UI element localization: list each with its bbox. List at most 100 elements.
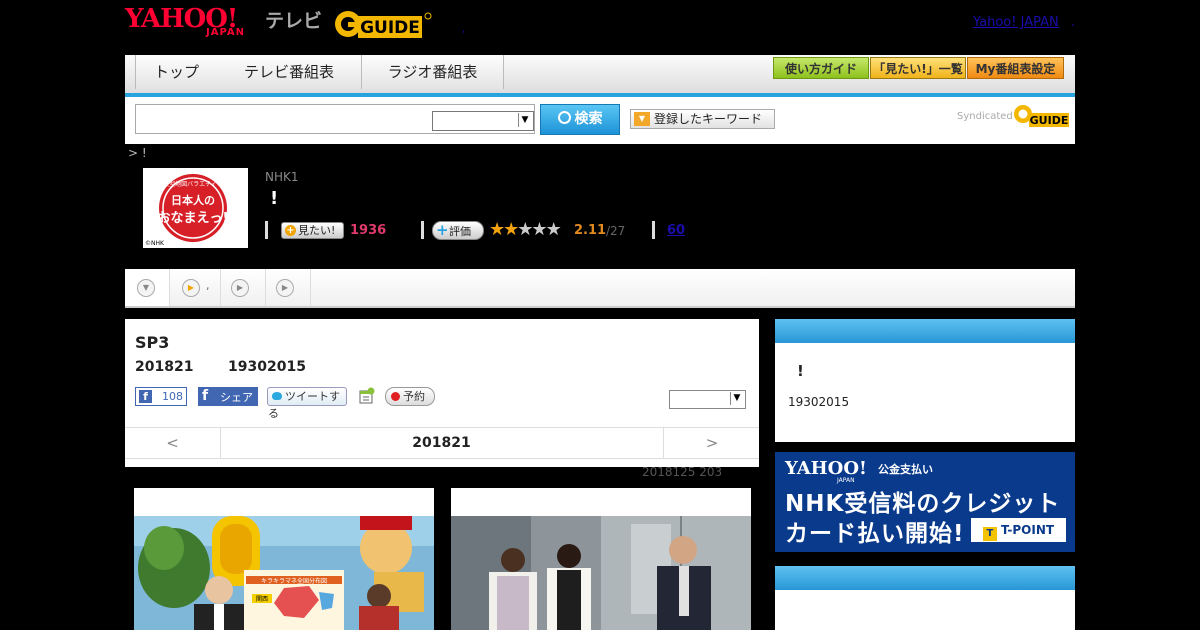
syndicated-label: Syndicated xyxy=(957,111,1013,122)
program-thumbnail[interactable]: 大型地図バラエティー 日本人の おなまえっ! ©NHK xyxy=(143,168,248,248)
mitai-button[interactable]: + 見たい! xyxy=(281,222,344,239)
right-info-box: ! 19302015 xyxy=(775,319,1075,442)
next-episode-button[interactable]: > xyxy=(663,428,760,458)
thumbnail-title-text: 日本人の xyxy=(171,193,215,207)
studio-photo-image: キラキラマネ全国分布図 関西 xyxy=(134,488,434,630)
subtab-label: , xyxy=(206,279,210,292)
yahoo-japan-link[interactable]: Yahoo! JAPAN xyxy=(973,15,1059,30)
dropdown-arrow-icon: ▼ xyxy=(634,112,650,126)
star-icon: ★ xyxy=(531,219,547,240)
right-box-2-header xyxy=(775,566,1075,590)
header-link-dot: . xyxy=(1071,15,1076,30)
facebook-icon: f xyxy=(202,388,209,404)
t-point-icon: T xyxy=(982,527,997,541)
episode-time: 19302015 xyxy=(228,359,306,375)
tab-radio-schedule[interactable]: ラジオ番組表 xyxy=(362,55,504,89)
registered-keywords-label: 登録したキーワード xyxy=(654,112,763,126)
ad-headline-2: カード払い開始! xyxy=(785,521,965,547)
reviews-link[interactable]: 60 xyxy=(667,223,685,238)
mitai-count: 1936 xyxy=(350,223,387,238)
header-dot: , xyxy=(462,24,466,35)
mitai-button-label: 見たい! xyxy=(298,224,336,237)
play-icon: ▶ xyxy=(231,279,249,297)
episode-note: 2018125 203 xyxy=(642,465,723,479)
right-box-title[interactable]: ! xyxy=(797,362,804,380)
tweet-button[interactable]: ツイートする xyxy=(267,387,347,420)
thumbnail-credit-text: ©NHK xyxy=(145,240,165,247)
program-title: ! xyxy=(270,188,279,209)
subtab-3[interactable]: ▶ xyxy=(221,269,266,306)
thumbnail-name-text: おなまえっ! xyxy=(158,211,229,226)
divider xyxy=(652,221,655,239)
current-episode-date: 201821 xyxy=(412,435,471,451)
play-icon: ▶ xyxy=(182,279,200,297)
add-calendar-icon[interactable] xyxy=(357,387,375,405)
syndicated-g-guide-logo: GUIDE xyxy=(1014,105,1069,127)
t-point-badge: T T-POINT xyxy=(971,518,1066,542)
record-reserve-button[interactable]: 予約 xyxy=(385,387,435,406)
mitai-list-button[interactable]: 「見たい!」一覧 xyxy=(870,57,966,79)
search-category-select[interactable]: ▼ xyxy=(432,111,534,131)
facebook-share-button[interactable]: f シェア xyxy=(198,387,258,406)
main-nav: トップ テレビ番組表 ラジオ番組表 使い方ガイド 「見たい!」一覧 My番組表設… xyxy=(125,55,1075,97)
ad-headline-1: NHK受信料のクレジット xyxy=(785,491,1061,517)
breadcrumb[interactable]: > ! xyxy=(128,146,147,160)
ad-japan-text: JAPAN xyxy=(837,477,855,484)
rating-stars: ★★★★★ xyxy=(489,219,562,240)
thumbnail-top-text: 大型地図バラエティー xyxy=(163,180,223,188)
photo1-map-city: 関西 xyxy=(256,596,268,603)
ad-yahoo-logo: YAHOO! xyxy=(785,458,867,479)
tv-logo[interactable]: テレビ xyxy=(265,6,322,33)
usage-guide-button[interactable]: 使い方ガイド xyxy=(773,57,869,79)
channel-name[interactable]: NHK1 xyxy=(265,170,299,184)
divider xyxy=(265,221,268,239)
program-subtabs: ▼ ▶ , ▶ ▶ xyxy=(125,269,1075,308)
program-logo-image: 大型地図バラエティー 日本人の おなまえっ! ©NHK xyxy=(143,168,248,248)
registered-keywords-button[interactable]: ▼ 登録したキーワード xyxy=(630,109,775,129)
search-icon xyxy=(557,111,571,124)
facebook-icon: f xyxy=(139,390,152,403)
episode-panel: SP3 201821 19302015 f 108 f シェア ツイートする 予… xyxy=(125,319,759,467)
syndicated-logo-text: GUIDE xyxy=(1030,114,1069,127)
tab-tv-schedule[interactable]: テレビ番組表 xyxy=(217,55,362,89)
rating-value: 2.11 xyxy=(574,223,607,238)
hallway-photo-image xyxy=(451,488,751,630)
site-header: YAHOO! JAPAN テレビ GUIDE , Yahoo! JAPAN . xyxy=(0,0,1200,50)
yahoo-japan-logo-text: JAPAN xyxy=(206,27,245,38)
tab-top[interactable]: トップ xyxy=(135,55,218,89)
subtab-1[interactable]: ▼ xyxy=(125,269,170,306)
subtab-4[interactable]: ▶ xyxy=(266,269,311,306)
star-icon: ★ xyxy=(545,219,562,240)
twitter-icon xyxy=(272,392,282,400)
record-icon xyxy=(391,392,400,401)
rating-total: /27 xyxy=(606,224,626,238)
rate-button-label: 評価 xyxy=(449,225,471,238)
episode-photo-1[interactable]: キラキラマネ全国分布図 関西 xyxy=(134,488,434,630)
photo1-map-label: キラキラマネ全国分布図 xyxy=(261,577,327,585)
episode-photo-2[interactable] xyxy=(451,488,751,630)
search-button[interactable]: 検索 xyxy=(540,104,620,135)
rate-button[interactable]: +評価 xyxy=(432,221,484,240)
episode-date: 201821 xyxy=(135,359,194,375)
episode-title: SP3 xyxy=(135,333,170,352)
episode-select[interactable]: ▼ xyxy=(669,390,746,409)
ad-kokin-label: 公金支払い xyxy=(878,463,933,476)
facebook-share-label: シェア xyxy=(220,391,253,404)
g-guide-logo[interactable]: GUIDE xyxy=(334,8,434,40)
calendar-plus-svg xyxy=(359,387,375,404)
right-box-header xyxy=(775,319,1075,343)
reserve-label: 予約 xyxy=(403,390,425,403)
chevron-down-icon: ▼ xyxy=(730,392,743,405)
facebook-like-count-value: 108 xyxy=(162,390,183,403)
star-icon: ★ xyxy=(503,219,519,240)
facebook-like-count[interactable]: f 108 xyxy=(135,387,187,406)
previous-episode-button[interactable]: < xyxy=(125,428,221,458)
plus-icon: + xyxy=(285,225,296,236)
star-icon: ★ xyxy=(517,219,533,240)
search-button-label: 検索 xyxy=(574,111,603,127)
nhk-fee-ad-banner[interactable]: YAHOO! JAPAN 公金支払い NHK受信料のクレジット カード払い開始!… xyxy=(775,452,1075,552)
divider xyxy=(421,221,424,239)
chevron-down-icon: ▼ xyxy=(137,279,155,297)
my-schedule-settings-button[interactable]: My番組表設定 xyxy=(967,57,1064,79)
subtab-2[interactable]: ▶ , xyxy=(170,269,221,306)
